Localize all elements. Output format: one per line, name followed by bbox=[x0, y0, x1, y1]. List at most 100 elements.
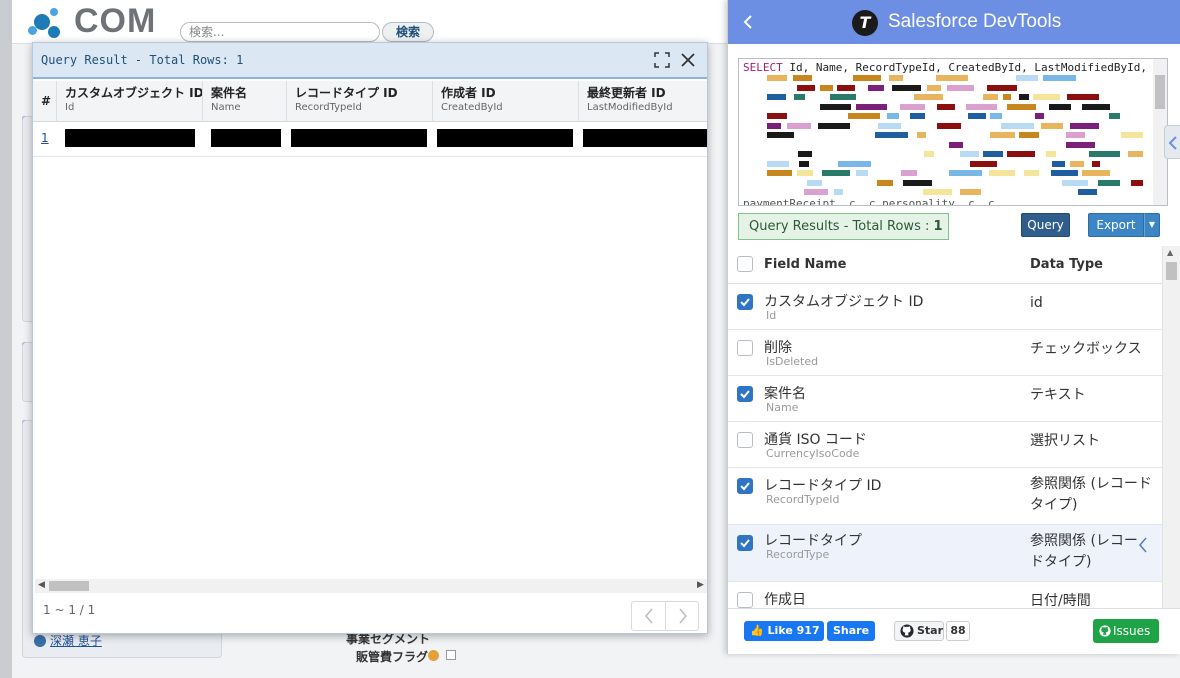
blurred-text-block bbox=[901, 170, 917, 176]
devtools-side-toggle[interactable] bbox=[1164, 125, 1180, 159]
scroll-left-icon[interactable]: ◀ bbox=[38, 580, 45, 590]
blurred-text-block bbox=[960, 189, 981, 195]
redacted-cell bbox=[65, 129, 195, 147]
field-row-isdeleted[interactable]: 削除 IsDeleted チェックボックス bbox=[728, 330, 1162, 376]
blurred-text-block bbox=[892, 84, 921, 91]
field-data-type: 選択リスト bbox=[1030, 433, 1100, 449]
field-row-createddate[interactable]: 作成日 日付/時間 bbox=[728, 582, 1162, 608]
devtools-header: T Salesforce DevTools bbox=[728, 0, 1180, 44]
field-checkbox[interactable] bbox=[737, 340, 753, 356]
blurred-text-block bbox=[793, 75, 812, 81]
column-header-rownum: # bbox=[33, 81, 57, 122]
field-row-id[interactable]: カスタムオブジェクト ID Id id bbox=[728, 284, 1162, 330]
blurred-text-block bbox=[927, 84, 941, 91]
field-list-scrollbar[interactable]: ▲ bbox=[1162, 246, 1180, 608]
global-search-input[interactable]: 検索... bbox=[180, 22, 380, 42]
field-row-recordtypeid[interactable]: レコードタイプ ID RecordTypeId 参照関係 (レコードタイプ) bbox=[728, 468, 1162, 525]
help-icon[interactable] bbox=[428, 650, 439, 661]
chevron-left-icon bbox=[1168, 136, 1177, 150]
expand-relation-chevron-icon[interactable] bbox=[1138, 537, 1148, 553]
scroll-up-icon[interactable]: ▲ bbox=[1167, 248, 1173, 257]
field-name-column-header: Field Name bbox=[764, 257, 847, 272]
scrollbar-thumb[interactable] bbox=[49, 581, 89, 591]
global-search-button[interactable]: 検索 bbox=[382, 22, 434, 42]
blurred-text-block bbox=[1082, 170, 1110, 176]
scrollbar-thumb[interactable] bbox=[1155, 75, 1165, 109]
blurred-text-block bbox=[1109, 113, 1120, 119]
prev-page-button[interactable] bbox=[632, 602, 666, 630]
blurred-text-block bbox=[797, 170, 813, 176]
column-header-name[interactable]: 案件名 Name bbox=[203, 81, 287, 122]
user-icon bbox=[34, 635, 46, 647]
blurred-text-block bbox=[1007, 151, 1035, 157]
field-api-name: RecordTypeId bbox=[766, 493, 840, 506]
blurred-text-block bbox=[1098, 179, 1120, 186]
owner-user-link[interactable]: 深瀬 恵子 bbox=[34, 632, 102, 649]
blurred-text-block bbox=[878, 122, 901, 129]
blurred-text-block bbox=[1092, 160, 1100, 167]
scrollbar-thumb[interactable] bbox=[1166, 262, 1177, 280]
blurred-text-block bbox=[787, 122, 811, 129]
blurred-text-block bbox=[937, 103, 955, 110]
blurred-text-block bbox=[877, 179, 893, 186]
query-button[interactable]: Query bbox=[1021, 213, 1070, 237]
soql-query-editor[interactable]: SELECT Id, Name, RecordTypeId, CreatedBy… bbox=[738, 58, 1168, 206]
blurred-text-block bbox=[794, 94, 805, 100]
select-all-checkbox[interactable] bbox=[737, 256, 753, 272]
export-dropdown-caret-icon[interactable]: ▼ bbox=[1144, 213, 1160, 237]
row-number-link[interactable]: 1 bbox=[41, 131, 49, 145]
blurred-text-block bbox=[990, 132, 1015, 138]
column-header-id[interactable]: カスタムオブジェクト ID Id bbox=[57, 81, 203, 122]
field-data-type: チェックボックス bbox=[1030, 341, 1142, 357]
blurred-text-block bbox=[1043, 75, 1076, 81]
field-label: 案件名 bbox=[764, 386, 806, 402]
scroll-right-icon[interactable]: ▶ bbox=[697, 580, 704, 590]
browser-left-edge bbox=[0, 0, 12, 678]
field-checkbox[interactable] bbox=[737, 478, 753, 494]
blurred-text-block bbox=[1049, 103, 1071, 110]
blurred-text-block bbox=[910, 113, 925, 119]
github-issues-button[interactable]: Issues bbox=[1093, 619, 1159, 643]
blurred-text-block bbox=[767, 132, 794, 138]
export-button[interactable]: Export bbox=[1088, 213, 1144, 237]
field-data-type: 日付/時間 bbox=[1030, 593, 1091, 608]
column-header-recordtypeid[interactable]: レコードタイプ ID RecordTypeId bbox=[287, 81, 433, 122]
blurred-text-block bbox=[798, 151, 812, 157]
blurred-text-block bbox=[989, 170, 1015, 176]
facebook-like-button[interactable]: 👍 Like 917 bbox=[744, 621, 824, 641]
github-star-button[interactable]: Star bbox=[894, 621, 944, 641]
field-checkbox[interactable] bbox=[737, 294, 753, 310]
blurred-text-block bbox=[889, 75, 903, 81]
blurred-text-block bbox=[987, 84, 1017, 91]
blurred-text-block bbox=[837, 84, 855, 91]
next-page-button[interactable] bbox=[666, 602, 700, 630]
field-data-type: 参照関係 (レコードタイプ) bbox=[1030, 476, 1152, 513]
blurred-text-block bbox=[1019, 94, 1029, 100]
column-header-lastmodifiedbyid[interactable]: 最終更新者 ID LastModifiedById bbox=[579, 81, 707, 122]
field-checkbox[interactable] bbox=[737, 535, 753, 551]
column-header-createdbyid[interactable]: 作成者 ID CreatedById bbox=[433, 81, 579, 122]
blurred-text-block bbox=[830, 94, 856, 100]
facebook-share-button[interactable]: Share bbox=[827, 621, 875, 641]
field-row-recordtype[interactable]: レコードタイプ RecordType 参照関係 (レコードタイプ) bbox=[728, 525, 1162, 582]
back-chevron-icon[interactable] bbox=[742, 12, 754, 32]
blurred-text-block bbox=[818, 122, 850, 129]
blurred-text-block bbox=[767, 122, 781, 129]
blurred-text-block bbox=[767, 170, 792, 176]
blurred-text-block bbox=[970, 160, 997, 167]
field-row-currencyisocode[interactable]: 通貨 ISO コード CurrencyIsoCode 選択リスト bbox=[728, 422, 1162, 468]
blurred-text-block bbox=[949, 141, 963, 148]
field-checkbox[interactable] bbox=[737, 386, 753, 402]
blurred-text-block bbox=[936, 75, 968, 81]
horizontal-scrollbar[interactable]: ◀ ▶ bbox=[35, 579, 707, 593]
blurred-text-block bbox=[856, 103, 887, 110]
field-checkbox[interactable] bbox=[737, 592, 753, 608]
sga-flag-checkbox bbox=[446, 650, 456, 660]
field-api-name: Name bbox=[766, 401, 799, 414]
field-checkbox[interactable] bbox=[737, 432, 753, 448]
field-row-name[interactable]: 案件名 Name テキスト bbox=[728, 376, 1162, 422]
close-icon[interactable] bbox=[679, 51, 697, 69]
blurred-text-block bbox=[924, 151, 934, 157]
expand-icon[interactable] bbox=[653, 51, 671, 69]
blurred-text-block bbox=[767, 75, 787, 81]
